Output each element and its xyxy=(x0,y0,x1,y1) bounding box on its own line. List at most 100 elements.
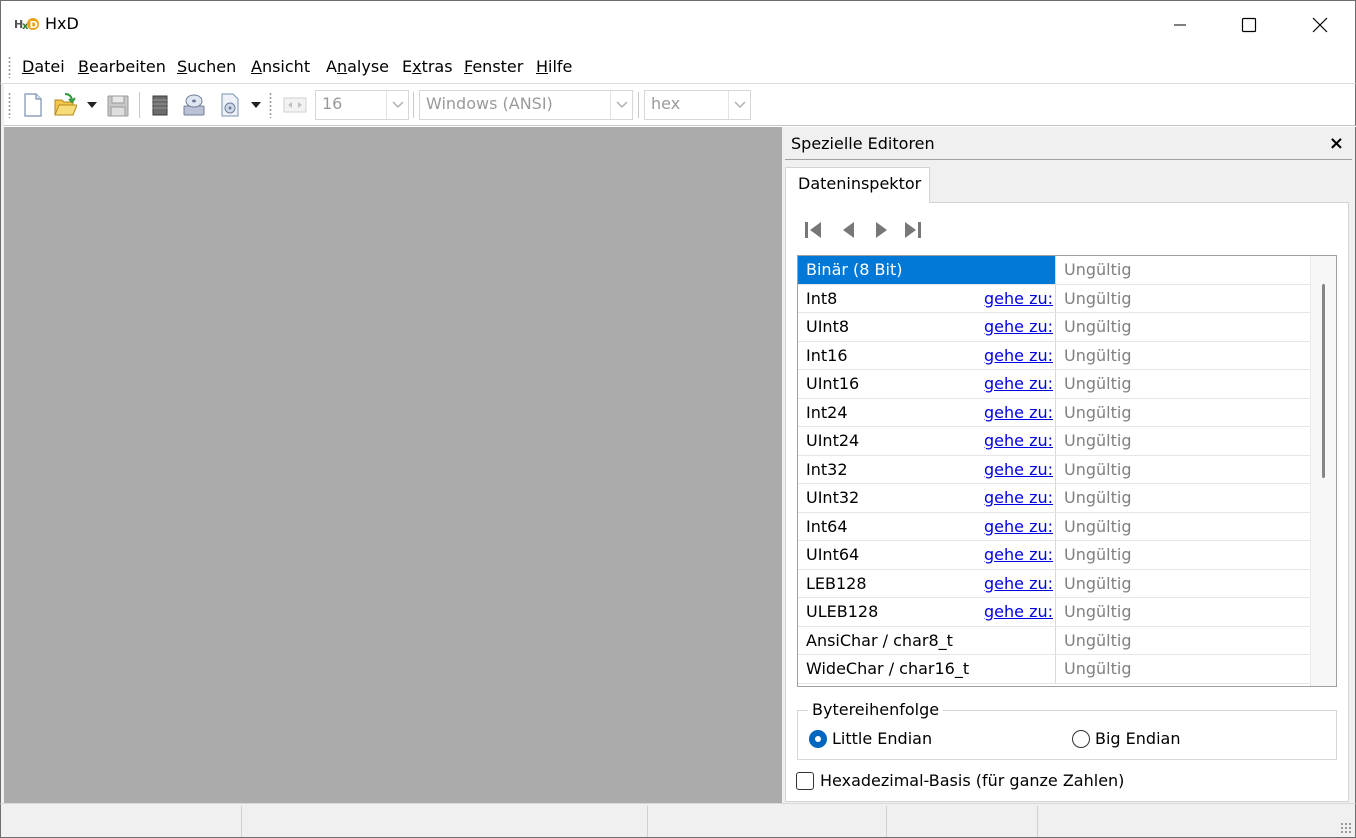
panel-close-button[interactable]: × xyxy=(1329,133,1344,154)
hex-basis-checkbox[interactable]: Hexadezimal-Basis (für ganze Zahlen) xyxy=(796,771,1124,790)
goto-link[interactable]: gehe zu: xyxy=(984,574,1053,593)
menu-suchen[interactable]: Suchen xyxy=(177,57,236,76)
inspector-row[interactable]: ULEB128 gehe zu: Ungültig xyxy=(798,598,1310,627)
goto-link[interactable]: gehe zu: xyxy=(984,403,1053,422)
inspector-value[interactable]: Ungültig xyxy=(1057,285,1310,313)
close-button[interactable] xyxy=(1289,1,1351,49)
inspector-value[interactable]: Ungültig xyxy=(1057,427,1310,455)
little-endian-radio[interactable]: Little Endian xyxy=(809,729,932,748)
goto-link[interactable]: gehe zu: xyxy=(984,517,1053,536)
scrollbar-thumb[interactable] xyxy=(1322,284,1325,478)
inspector-row[interactable]: UInt24 gehe zu: Ungültig xyxy=(798,427,1310,456)
disk-image-dropdown-arrow[interactable] xyxy=(251,102,261,108)
chevron-down-icon xyxy=(610,91,632,119)
inspector-value[interactable]: Ungültig xyxy=(1057,456,1310,484)
inspector-row[interactable]: UInt64 gehe zu: Ungültig xyxy=(798,541,1310,570)
inspector-value[interactable]: Ungültig xyxy=(1057,399,1310,427)
goto-link[interactable]: gehe zu: xyxy=(984,431,1053,450)
prev-icon[interactable] xyxy=(836,217,862,243)
inspector-value[interactable]: Ungültig xyxy=(1057,342,1310,370)
inspector-value[interactable]: Ungültig xyxy=(1057,484,1310,512)
inspector-row[interactable]: UInt8 gehe zu: Ungültig xyxy=(798,313,1310,342)
goto-link[interactable]: gehe zu: xyxy=(984,545,1053,564)
panel-body: Dateninspektor Binär (8 Bit) Ungültig Int8… xyxy=(785,165,1349,803)
inspector-value[interactable]: Ungültig xyxy=(1057,541,1310,569)
inspector-row[interactable]: Int24 gehe zu: Ungültig xyxy=(798,398,1310,427)
goto-link[interactable]: gehe zu: xyxy=(984,460,1053,479)
open-file-icon[interactable] xyxy=(53,92,77,118)
new-file-icon[interactable] xyxy=(21,92,45,118)
goto-link[interactable]: gehe zu: xyxy=(984,289,1053,308)
maximize-button[interactable] xyxy=(1218,1,1280,49)
ram-icon[interactable] xyxy=(148,92,172,118)
radio-unchecked-icon xyxy=(1072,729,1090,748)
charset-value: Windows (ANSI) xyxy=(426,94,553,113)
goto-link[interactable]: gehe zu: xyxy=(984,602,1053,621)
menu-datei[interactable]: Datei xyxy=(22,57,65,76)
toolbar-grip[interactable] xyxy=(269,92,272,118)
special-editors-panel: Spezielle Editoren × Dateninspektor Binä… xyxy=(782,127,1356,803)
big-endian-radio[interactable]: Big Endian xyxy=(1072,729,1180,748)
editor-workspace[interactable] xyxy=(4,127,782,803)
menu-ansicht[interactable]: Ansicht xyxy=(251,57,310,76)
status-divider xyxy=(647,806,648,837)
inspector-value[interactable]: Ungültig xyxy=(1057,313,1310,341)
status-divider xyxy=(886,806,887,837)
charset-combo[interactable]: Windows (ANSI) xyxy=(419,90,633,120)
toolbar-grip[interactable] xyxy=(8,92,11,118)
inspector-row[interactable]: AnsiChar / char8_t Ungültig xyxy=(798,626,1310,655)
title-bar: H x D HxD xyxy=(0,0,1356,48)
radio-checked-icon xyxy=(809,729,827,748)
minimize-button[interactable] xyxy=(1149,1,1211,49)
disk-icon[interactable] xyxy=(182,92,206,118)
inspector-row[interactable]: Int8 gehe zu: Ungültig xyxy=(798,284,1310,313)
next-icon[interactable] xyxy=(868,217,894,243)
resize-grip[interactable] xyxy=(1340,822,1352,834)
toolbar-separator xyxy=(638,92,639,118)
last-icon[interactable] xyxy=(900,217,926,243)
menu-fenster[interactable]: Fenster xyxy=(464,57,523,76)
inspector-row[interactable]: Int16 gehe zu: Ungültig xyxy=(798,341,1310,370)
toolbar: 16 Windows (ANSI) hex xyxy=(0,84,1356,126)
vertical-scrollbar[interactable] xyxy=(1310,256,1336,686)
panel-title: Spezielle Editoren xyxy=(791,134,935,153)
inspector-value[interactable]: Ungültig xyxy=(1057,256,1310,284)
open-dropdown-arrow[interactable] xyxy=(87,102,97,108)
status-divider xyxy=(1037,806,1038,837)
goto-link[interactable]: gehe zu: xyxy=(984,317,1053,336)
tab-dateninspektor[interactable]: Dateninspektor xyxy=(785,167,930,203)
byteorder-group: Bytereihenfolge Little Endian Big Endian xyxy=(797,700,1337,760)
goto-link[interactable]: gehe zu: xyxy=(984,488,1053,507)
goto-link[interactable]: gehe zu: xyxy=(984,346,1053,365)
inspector-value[interactable]: Ungültig xyxy=(1057,570,1310,598)
goto-link[interactable]: gehe zu: xyxy=(984,374,1053,393)
menu-hilfe[interactable]: Hilfe xyxy=(536,57,572,76)
bytes-per-row-combo[interactable]: 16 xyxy=(315,90,409,120)
inspector-value[interactable]: Ungültig xyxy=(1057,655,1310,683)
window-title: HxD xyxy=(45,14,79,33)
menu-analyse[interactable]: Analyse xyxy=(326,57,389,76)
save-icon[interactable] xyxy=(106,92,130,118)
chevron-down-icon xyxy=(386,91,408,119)
inspector-value[interactable]: Ungültig xyxy=(1057,627,1310,655)
first-icon[interactable] xyxy=(800,217,826,243)
inspector-value[interactable]: Ungültig xyxy=(1057,513,1310,541)
inspector-value[interactable]: Ungültig xyxy=(1057,598,1310,626)
inspector-row[interactable]: Binär (8 Bit) Ungültig xyxy=(798,256,1310,285)
data-inspector-grid[interactable]: Binär (8 Bit) Ungültig Int8 gehe zu: Ungülti… xyxy=(797,255,1337,687)
inspector-row[interactable]: Int32 gehe zu: Ungültig xyxy=(798,455,1310,484)
inspector-row[interactable]: LEB128 gehe zu: Ungültig xyxy=(798,569,1310,598)
inspector-row[interactable]: Int64 gehe zu: Ungültig xyxy=(798,512,1310,541)
svg-text:D: D xyxy=(30,20,38,31)
offset-base-combo[interactable]: hex xyxy=(644,90,751,120)
inspector-row[interactable]: WideChar / char16_t Ungültig xyxy=(798,655,1310,684)
disk-image-icon[interactable] xyxy=(218,92,242,118)
inspector-value[interactable]: Ungültig xyxy=(1057,370,1310,398)
minimize-icon xyxy=(1174,24,1186,26)
inspector-row[interactable]: UInt32 gehe zu: Ungültig xyxy=(798,484,1310,513)
menu-grip[interactable] xyxy=(8,56,11,78)
menu-extras[interactable]: Extras xyxy=(402,57,453,76)
inspector-row[interactable]: UInt16 gehe zu: Ungültig xyxy=(798,370,1310,399)
menu-bearbeiten[interactable]: Bearbeiten xyxy=(78,57,166,76)
hxd-app-icon: H x D xyxy=(14,18,39,32)
